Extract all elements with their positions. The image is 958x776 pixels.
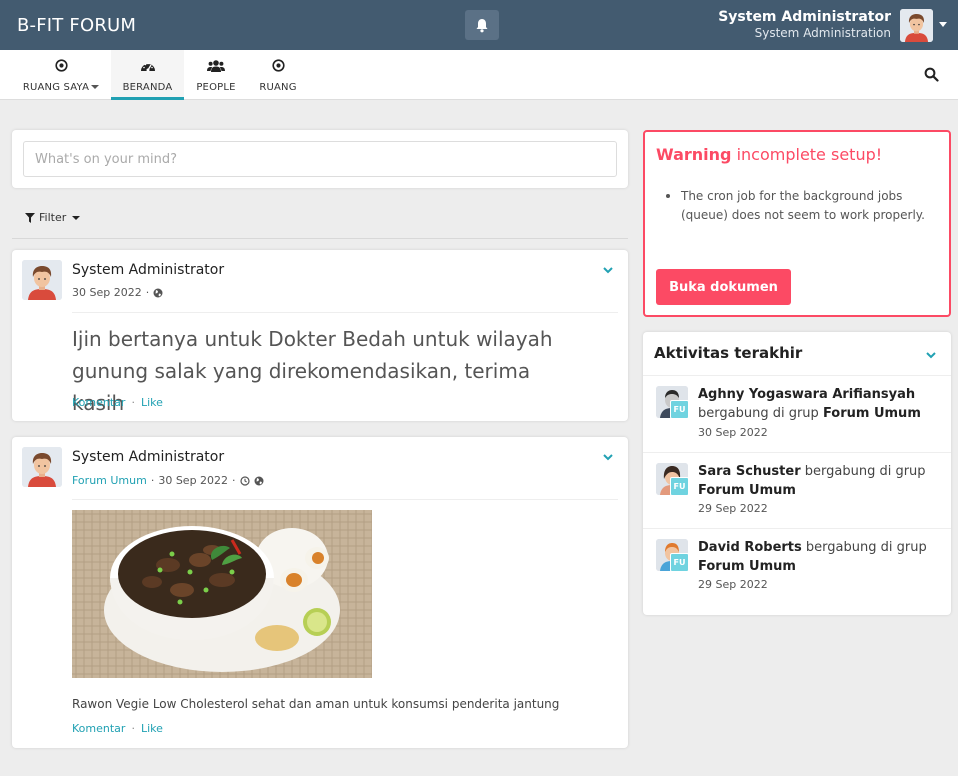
target-icon <box>54 59 68 72</box>
post-divider <box>72 312 618 313</box>
like-link[interactable]: Like <box>141 396 163 409</box>
dashboard-icon <box>140 62 155 72</box>
clock-icon <box>239 475 250 486</box>
post-space-link[interactable]: Forum Umum <box>72 474 147 487</box>
chevron-down-icon[interactable] <box>939 22 947 27</box>
filter-label: Filter <box>39 211 67 224</box>
post-date[interactable]: 30 Sep 2022 <box>72 286 142 299</box>
search-button[interactable] <box>924 67 940 83</box>
nav-item-ruang-saya[interactable]: RUANG SAYA <box>22 50 100 100</box>
activity-date: 29 Sep 2022 <box>698 502 768 515</box>
post-actions: Komentar · Like <box>72 396 163 409</box>
post-caption: Rawon Vegie Low Cholesterol sehat dan am… <box>72 697 560 711</box>
activity-action: bergabung di grup <box>698 406 819 421</box>
activity-text: Sara Schuster bergabung di grup Forum Um… <box>698 462 938 500</box>
target-icon <box>271 59 285 72</box>
brand-logo[interactable]: B-FIT FORUM <box>17 15 136 36</box>
comment-link[interactable]: Komentar <box>72 722 125 735</box>
nav-item-ruang[interactable]: RUANG <box>254 50 302 100</box>
activity-space: Forum Umum <box>698 483 796 498</box>
user-name[interactable]: System Administrator <box>718 9 891 25</box>
avatar[interactable] <box>22 260 62 300</box>
nav-item-people[interactable]: PEOPLE <box>192 50 240 100</box>
nav-label: RUANG SAYA <box>22 82 90 93</box>
main-nav: RUANG SAYA BERANDA PEOPLE RUANG <box>0 50 958 100</box>
avatar[interactable] <box>22 447 62 487</box>
top-bar: B-FIT FORUM System Administrator System … <box>0 0 958 50</box>
post-author[interactable]: System Administrator <box>72 262 224 278</box>
activity-user: David Roberts <box>698 540 802 555</box>
bell-icon <box>476 18 488 32</box>
open-docs-button[interactable]: Buka dokumen <box>656 269 791 305</box>
post-meta: 30 Sep 2022 · <box>72 286 163 299</box>
nav-label: BERANDA <box>122 82 173 93</box>
space-badge: FU <box>670 553 689 572</box>
post-composer <box>12 130 628 188</box>
users-icon <box>207 60 225 72</box>
activity-panel: Aktivitas terakhir FU Aghny Yogaswara Ar… <box>643 332 951 615</box>
space-badge: FU <box>670 477 689 496</box>
activity-action: bergabung di grup <box>805 540 927 555</box>
warning-title-bold: Warning <box>656 145 732 164</box>
post-actions: Komentar · Like <box>72 722 163 735</box>
activity-text: David Roberts bergabung di grup Forum Um… <box>698 538 938 576</box>
warning-item: The cron job for the background jobs (qu… <box>681 189 925 222</box>
warning-list: The cron job for the background jobs (qu… <box>666 187 931 224</box>
chevron-down-icon[interactable] <box>602 264 614 276</box>
globe-icon <box>153 288 163 297</box>
activity-date: 29 Sep 2022 <box>698 578 768 591</box>
setup-warning: Warning incomplete setup! The cron job f… <box>643 130 951 317</box>
search-icon <box>924 67 939 82</box>
post-author[interactable]: System Administrator <box>72 449 224 465</box>
activity-user: Sara Schuster <box>698 464 801 479</box>
chevron-down-icon[interactable] <box>925 349 937 361</box>
space-badge: FU <box>670 400 689 419</box>
activity-action: bergabung di grup <box>804 464 926 479</box>
like-link[interactable]: Like <box>141 722 163 735</box>
post-divider <box>72 499 618 500</box>
avatar[interactable] <box>900 9 933 42</box>
comment-link[interactable]: Komentar <box>72 396 125 409</box>
user-subtitle: System Administration <box>754 26 891 40</box>
filter-icon <box>25 212 35 223</box>
chevron-down-icon[interactable] <box>602 451 614 463</box>
nav-label: PEOPLE <box>196 82 236 93</box>
filter-button[interactable]: Filter <box>25 211 81 224</box>
caret-down-icon <box>72 215 81 220</box>
activity-title: Aktivitas terakhir <box>654 344 803 362</box>
post-input[interactable] <box>23 141 617 177</box>
activity-space: Forum Umum <box>698 559 796 574</box>
caret-down-icon <box>91 85 100 89</box>
activity-text: Aghny Yogaswara Arifiansyah bergabung di… <box>698 385 938 423</box>
nav-item-beranda[interactable]: BERANDA <box>111 50 184 100</box>
post-date[interactable]: 30 Sep 2022 <box>158 474 228 487</box>
warning-title: Warning incomplete setup! <box>656 145 882 164</box>
warning-title-rest: incomplete setup! <box>736 145 883 164</box>
post-card: System Administrator 30 Sep 2022 · Ijin … <box>12 250 628 421</box>
post-card: System Administrator Forum Umum · 30 Sep… <box>12 437 628 748</box>
activity-user: Aghny Yogaswara Arifiansyah <box>698 387 916 402</box>
filter-bar: Filter <box>12 206 628 239</box>
activity-space: Forum Umum <box>822 406 921 421</box>
post-meta: Forum Umum · 30 Sep 2022 · <box>72 474 264 487</box>
post-image[interactable] <box>72 510 372 678</box>
notifications-button[interactable] <box>465 10 499 40</box>
activity-item[interactable]: FU Sara Schuster bergabung di grup Forum… <box>643 452 951 528</box>
activity-date: 30 Sep 2022 <box>698 426 768 439</box>
nav-label: RUANG <box>259 82 297 93</box>
globe-icon <box>254 476 264 485</box>
activity-item[interactable]: FU Aghny Yogaswara Arifiansyah bergabung… <box>643 375 951 452</box>
activity-item[interactable]: FU David Roberts bergabung di grup Forum… <box>643 528 951 604</box>
